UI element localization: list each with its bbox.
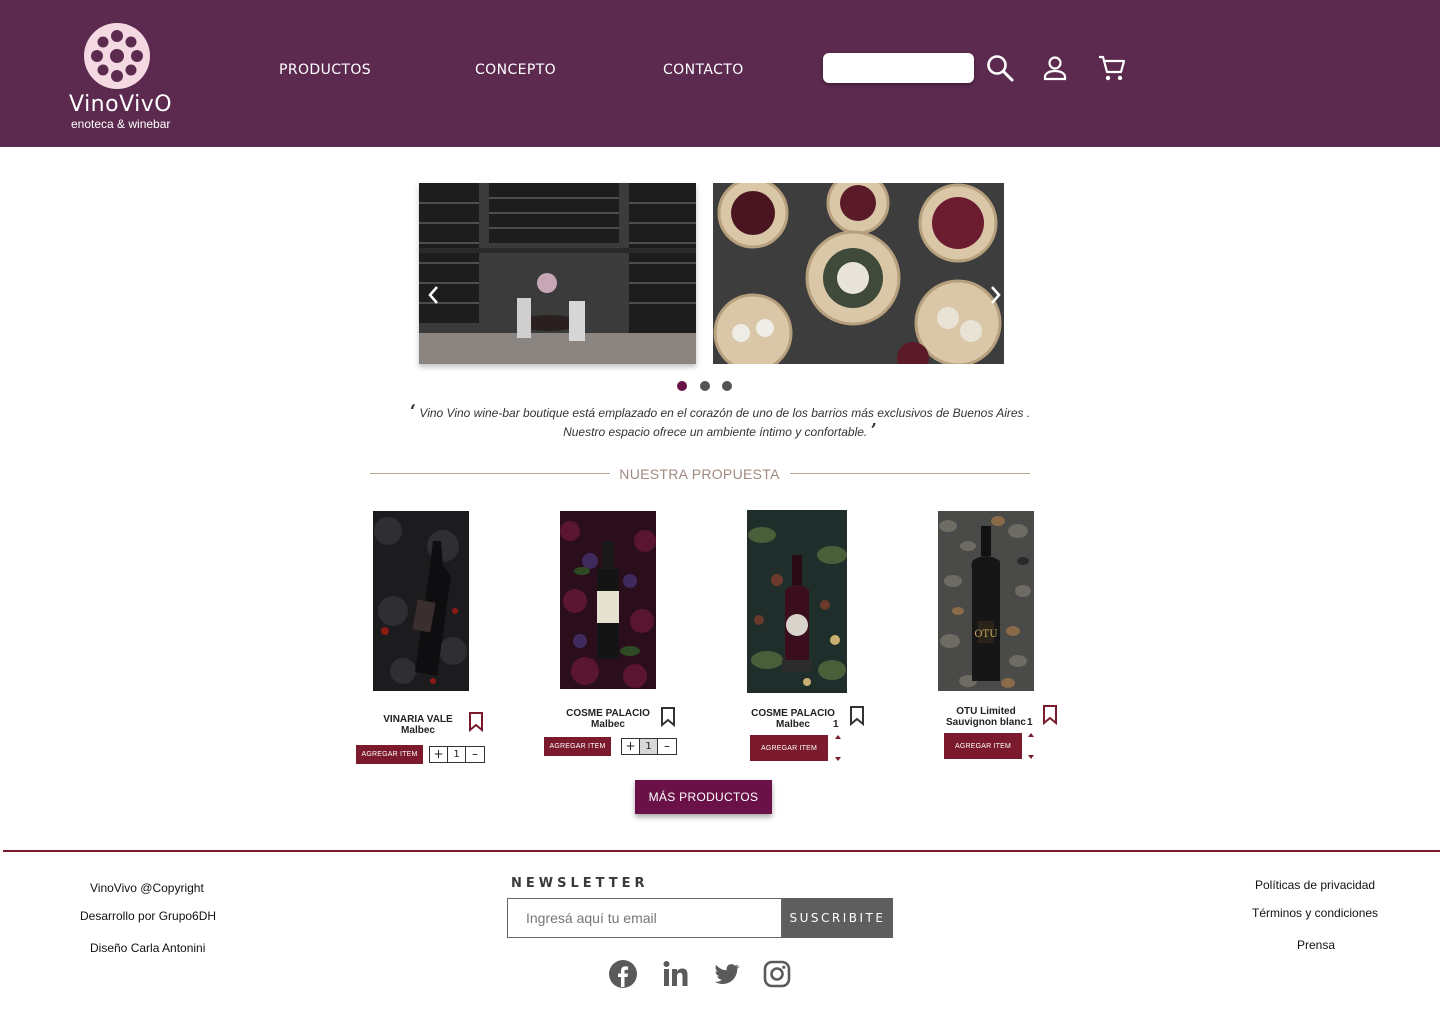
brand-quote: ‘ Vino Vino wine-bar boutique está empla… (400, 403, 1040, 441)
logo[interactable]: VinoVivO enoteca & winebar (66, 22, 173, 134)
instagram-icon[interactable] (762, 959, 792, 989)
plus-button[interactable]: + (430, 747, 448, 762)
carousel-dot-1[interactable] (677, 381, 687, 391)
product-name-4: OTU Limited Sauvignon blanc (945, 706, 1026, 728)
carousel-next-arrow-icon[interactable] (986, 283, 1004, 307)
quantity-value[interactable]: 1 (833, 719, 839, 730)
product-name-2: COSME PALACIO Malbec (566, 708, 650, 730)
quantity-stepper: + 1 – (429, 746, 485, 763)
brand-name: VinoVivO (69, 92, 173, 117)
design-credit: Diseño Carla Antonini (90, 941, 206, 955)
newsletter-title: NEWSLETTER (511, 876, 649, 891)
carousel-dot-2[interactable] (700, 381, 710, 391)
quote-line-2: Nuestro espacio ofrece un ambiente íntim… (563, 425, 868, 439)
flower-logo-icon (84, 23, 150, 89)
nav-contacto[interactable]: CONTACTO (663, 62, 744, 78)
quantity-value[interactable]: 1 (448, 747, 466, 762)
footer-divider (3, 850, 1440, 852)
section-divider-left (370, 473, 610, 474)
product-image-cosme-palacio[interactable] (560, 511, 656, 689)
privacy-policy-link[interactable]: Políticas de privacidad (1255, 878, 1375, 892)
product-image-otu-limited[interactable]: OTU (938, 511, 1034, 691)
add-item-button[interactable]: AGREGAR ITEM (356, 745, 423, 764)
site-header: VinoVivO enoteca & winebar PRODUCTOS CON… (0, 0, 1440, 147)
terms-link[interactable]: Términos y condiciones (1252, 906, 1378, 920)
search-icon[interactable] (984, 52, 1016, 84)
nav-productos[interactable]: PRODUCTOS (279, 62, 371, 78)
nav-concepto[interactable]: CONCEPTO (475, 62, 556, 78)
product-image-cosme-palacio-2[interactable] (747, 510, 847, 693)
linkedin-icon[interactable] (661, 959, 691, 989)
carousel-dot-3[interactable] (722, 381, 732, 391)
add-item-button[interactable]: AGREGAR ITEM (944, 733, 1022, 759)
minus-button[interactable]: – (466, 747, 484, 762)
carousel-prev-arrow-icon[interactable] (425, 283, 443, 307)
cart-icon[interactable] (1096, 52, 1128, 84)
copyright-text: VinoVivo @Copyright (90, 881, 204, 895)
quantity-value[interactable]: 1 (1027, 717, 1033, 728)
caret-down-icon[interactable] (834, 756, 842, 762)
section-title: NUESTRA PROPUESTA (619, 466, 780, 482)
bookmark-icon[interactable] (1042, 705, 1058, 726)
section-divider-right (790, 473, 1030, 474)
add-item-button[interactable]: AGREGAR ITEM (750, 735, 828, 761)
developer-credit: Desarrollo por Grupo6DH (80, 909, 217, 923)
quote-line-1: Vino Vino wine-bar boutique está emplaza… (419, 406, 1031, 420)
product-name-1: VINARIA VALE Malbec (383, 714, 453, 736)
close-quote-icon: ’ (870, 420, 877, 441)
product-image-vinaria-vale[interactable] (373, 511, 469, 691)
facebook-icon[interactable] (608, 959, 638, 989)
bookmark-icon[interactable] (849, 706, 865, 727)
product-name-3: COSME PALACIO Malbec (751, 708, 835, 730)
caret-down-icon[interactable] (1027, 754, 1035, 760)
bookmark-icon[interactable] (468, 712, 484, 733)
open-quote-icon: ‘ (409, 401, 417, 422)
newsletter-email-input[interactable] (507, 898, 782, 938)
quantity-value[interactable]: 1 (640, 739, 658, 754)
caret-up-icon[interactable] (1027, 732, 1035, 738)
minus-button[interactable]: – (658, 739, 676, 754)
carousel-slide-wine-cellar (419, 183, 696, 364)
brand-tagline: enoteca & winebar (71, 117, 171, 131)
search-input[interactable] (823, 53, 974, 83)
more-products-button[interactable]: MÁS PRODUCTOS (635, 780, 772, 814)
carousel-slide-dim-sum (713, 183, 1004, 364)
plus-button[interactable]: + (622, 739, 640, 754)
bookmark-icon[interactable] (660, 707, 676, 728)
quantity-stepper: + 1 – (621, 738, 677, 755)
add-item-button[interactable]: AGREGAR ITEM (544, 737, 611, 756)
caret-up-icon[interactable] (834, 734, 842, 740)
svg-text:OTU: OTU (974, 629, 997, 640)
press-link[interactable]: Prensa (1297, 938, 1335, 952)
subscribe-button[interactable]: SUSCRIBITE (782, 898, 893, 938)
twitter-icon[interactable] (712, 959, 742, 989)
user-icon[interactable] (1039, 52, 1071, 84)
